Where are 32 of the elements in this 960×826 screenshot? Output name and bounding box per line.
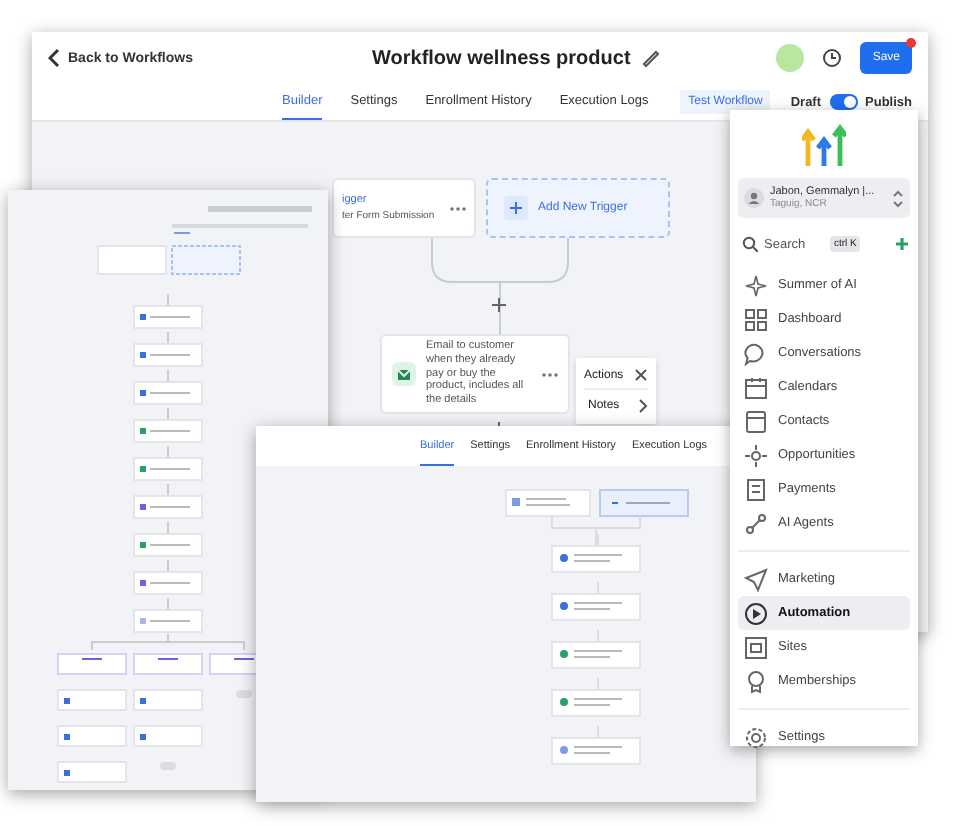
plus-icon <box>504 196 528 220</box>
play-icon <box>744 601 768 625</box>
more-icon <box>450 206 466 212</box>
logo-icon <box>802 122 846 168</box>
chat-bubble-icon <box>744 341 768 365</box>
connector-line <box>431 237 569 335</box>
connected-dots-icon <box>744 511 768 535</box>
sparkle-icon <box>744 273 768 297</box>
chevron-left-icon <box>48 48 60 68</box>
more-icon <box>542 371 558 377</box>
document-icon <box>744 477 768 501</box>
window-icon <box>744 635 768 659</box>
add-step-button[interactable] <box>492 298 506 312</box>
clock-icon <box>822 48 843 68</box>
workflow-title: Workflow wellness product <box>372 47 631 69</box>
search-icon <box>742 236 758 252</box>
nodes-icon <box>744 443 768 467</box>
chevron-right-icon <box>638 398 648 414</box>
send-icon <box>744 567 768 591</box>
calendar-icon <box>744 375 768 399</box>
plus-icon <box>894 236 910 252</box>
badge-icon <box>744 669 768 693</box>
user-icon <box>744 188 764 208</box>
grid-icon <box>744 307 768 331</box>
envelope-icon <box>392 362 416 386</box>
card-icon <box>744 409 768 433</box>
close-icon <box>634 368 648 382</box>
notification-dot <box>906 38 916 48</box>
settings-icon <box>744 725 768 749</box>
pencil-icon <box>642 48 661 68</box>
publish-toggle[interactable] <box>829 94 858 110</box>
chevron-updown-icon <box>892 189 904 207</box>
